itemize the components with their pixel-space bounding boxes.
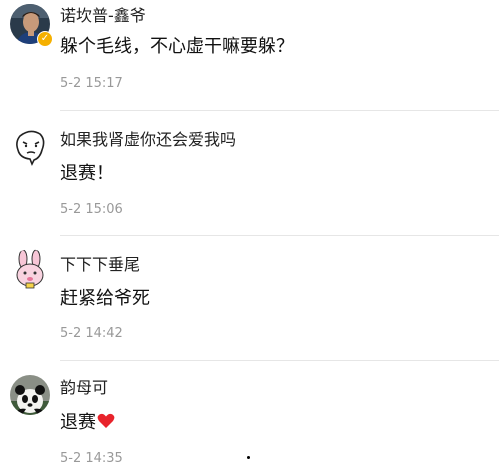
comment-username[interactable]: 诺坎普-鑫爷 bbox=[60, 6, 146, 26]
verified-badge-icon: ✓ bbox=[37, 31, 53, 47]
comment-item: 如果我肾虚你还会爱我吗 退赛！ 5-2 15:06 bbox=[0, 111, 499, 235]
comment-username[interactable]: 下下下垂尾 bbox=[60, 255, 140, 275]
comment-item: 下下下垂尾 赶紧给爷死 5-2 14:42 bbox=[0, 236, 499, 360]
doodle-face-avatar[interactable] bbox=[10, 126, 50, 166]
comment-username[interactable]: 韵母可 bbox=[60, 378, 108, 398]
comment-item: ✓ 诺坎普-鑫爷 躲个毛线，不心虚干嘛要躲？ 5-2 15:17 bbox=[0, 0, 499, 110]
dot-mark bbox=[247, 456, 250, 459]
comment-time: 5-2 15:17 bbox=[60, 76, 123, 91]
comment-time: 5-2 14:42 bbox=[60, 326, 123, 341]
comment-content: 退赛！ bbox=[60, 163, 114, 184]
comment-content-text: 退赛 bbox=[60, 412, 96, 433]
comment-content: 赶紧给爷死 bbox=[60, 288, 150, 309]
red-heart-icon bbox=[97, 412, 115, 428]
panda-avatar[interactable] bbox=[10, 375, 50, 415]
comment-time: 5-2 15:06 bbox=[60, 202, 123, 217]
pink-bunny-avatar[interactable] bbox=[10, 249, 50, 289]
comment-username[interactable]: 如果我肾虚你还会爱我吗 bbox=[60, 130, 236, 150]
comment-item: 韵母可 退赛 5-2 14:35 bbox=[0, 361, 499, 466]
comment-content: 躲个毛线，不心虚干嘛要躲？ bbox=[60, 36, 294, 57]
comment-content: 退赛 bbox=[60, 411, 115, 435]
